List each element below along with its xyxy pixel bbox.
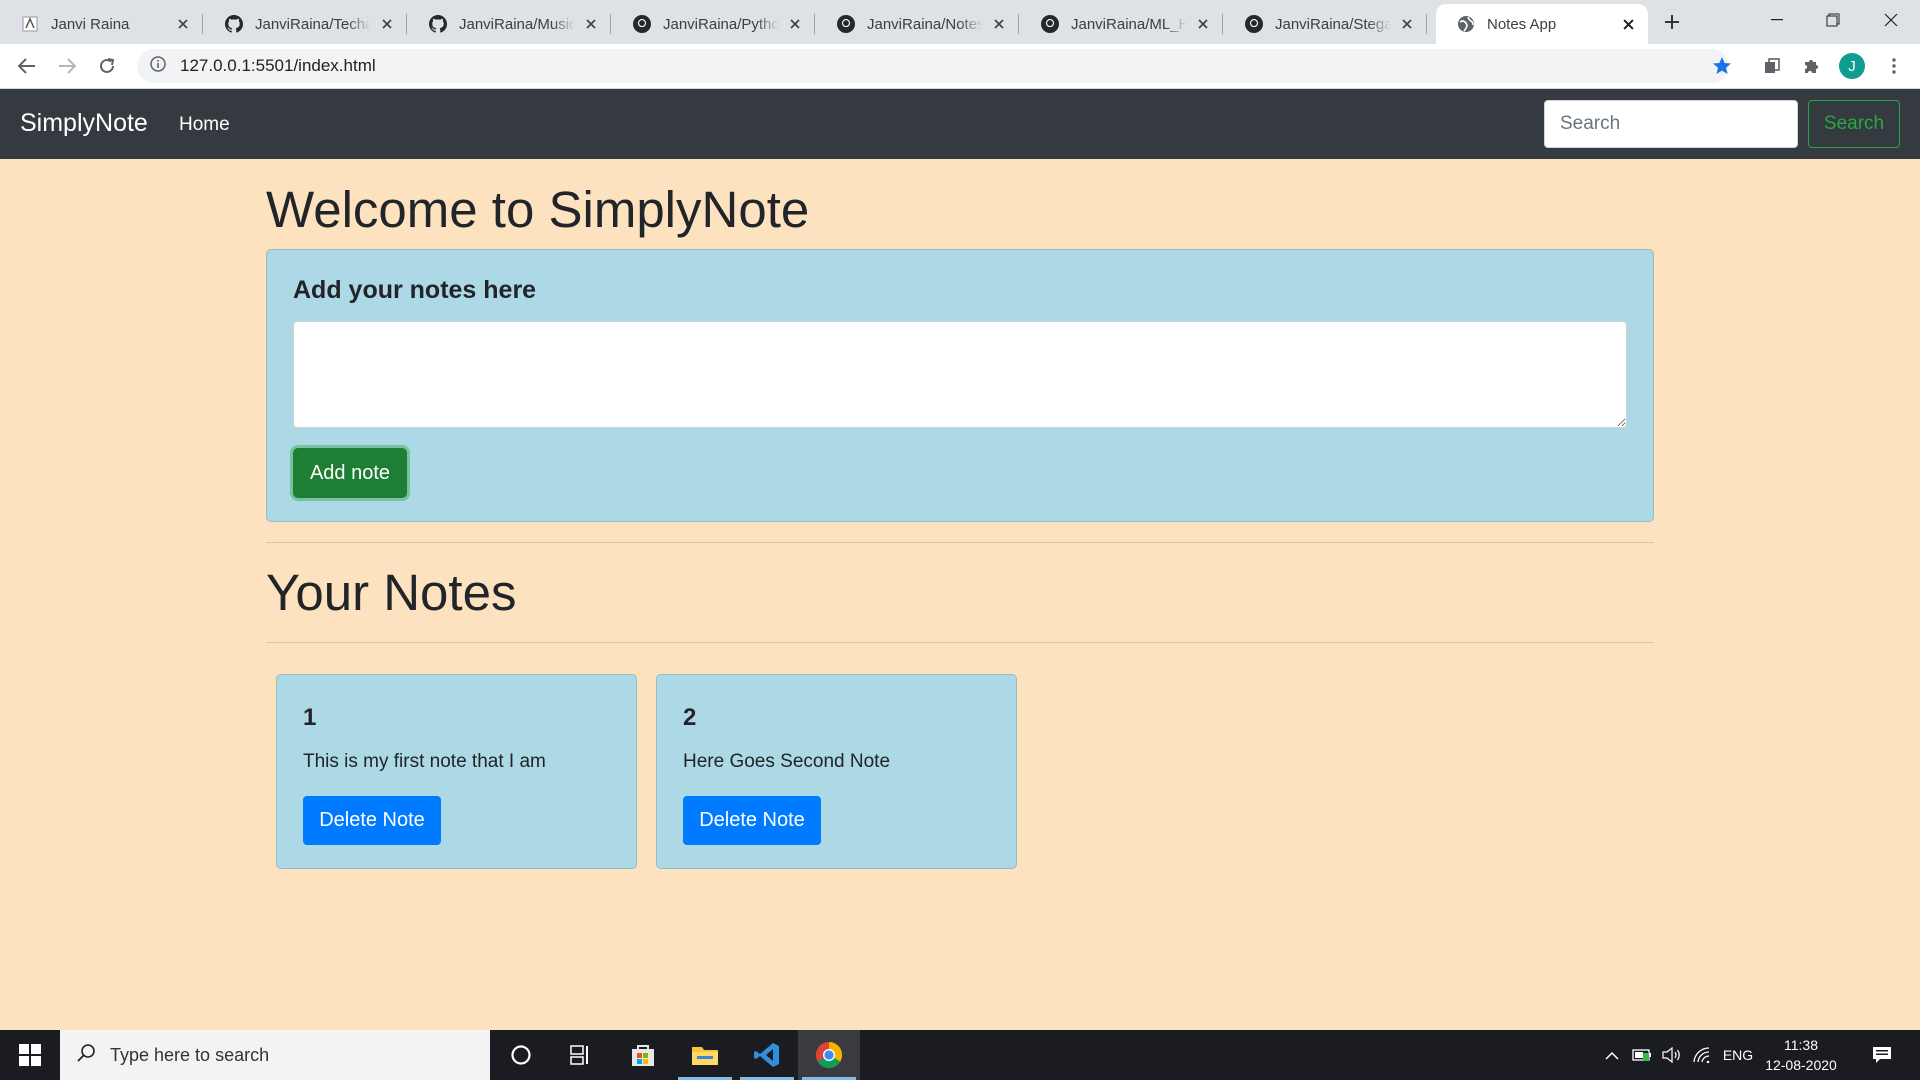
- close-icon[interactable]: [1193, 14, 1213, 34]
- windows-start-icon[interactable]: [0, 1030, 60, 1080]
- note-textarea[interactable]: [293, 321, 1627, 428]
- note-text: Here Goes Second Note: [683, 751, 891, 772]
- browser-tab[interactable]: Janvi Raina: [0, 4, 203, 44]
- github-icon: [1245, 15, 1263, 33]
- close-icon[interactable]: [989, 14, 1009, 34]
- note-title: 2: [683, 704, 697, 731]
- tab-title: Notes App: [1487, 15, 1557, 33]
- battery-icon[interactable]: [1628, 1030, 1656, 1080]
- taskbar-search-placeholder: Type here to search: [110, 1044, 270, 1065]
- github-icon: [429, 15, 447, 33]
- back-arrow-icon[interactable]: [11, 50, 43, 82]
- url-text: 127.0.0.1:5501/index.html: [180, 56, 376, 75]
- tab-title: JanviRaina/Python-P: [663, 15, 779, 33]
- app-navbar: SimplyNote Home Search: [0, 89, 1920, 159]
- browser-tab[interactable]: JanviRaina/ML_Hea: [1020, 4, 1223, 44]
- github-icon: [633, 15, 651, 33]
- window-close-icon[interactable]: [1864, 0, 1918, 40]
- extensions-puzzle-icon[interactable]: [1796, 50, 1828, 82]
- note-card: 1 This is my first note that I am Delete…: [276, 674, 637, 869]
- globe-icon: [1457, 15, 1475, 33]
- wifi-icon[interactable]: [1688, 1030, 1716, 1080]
- profile-avatar[interactable]: J: [1836, 50, 1868, 82]
- browser-toolbar: 127.0.0.1:5501/index.html J: [0, 44, 1920, 89]
- tab-title: JanviRaina/MusicalM: [459, 15, 575, 33]
- language-indicator[interactable]: ENG: [1718, 1030, 1758, 1080]
- file-explorer-icon[interactable]: [674, 1030, 736, 1080]
- taskbar-clock[interactable]: 11:38 12-08-2020: [1762, 1035, 1840, 1075]
- tab-title: JanviRaina/NotesTa: [867, 15, 983, 33]
- navbar-search-button[interactable]: Search: [1808, 100, 1900, 148]
- info-icon[interactable]: [150, 55, 166, 77]
- new-tab-plus-icon[interactable]: [1656, 8, 1688, 36]
- page-title: Welcome to SimplyNote: [266, 181, 810, 238]
- nav-link-home[interactable]: Home: [179, 114, 230, 136]
- vscode-icon[interactable]: [736, 1030, 798, 1080]
- taskbar-search-box[interactable]: Type here to search: [60, 1030, 490, 1080]
- menu-kebab-icon[interactable]: [1878, 50, 1910, 82]
- browser-tab[interactable]: JanviRaina/MusicalM: [408, 4, 611, 44]
- tab-title: JanviRaina/Techanna: [255, 15, 371, 33]
- address-bar[interactable]: 127.0.0.1:5501/index.html: [137, 49, 1729, 83]
- github-icon: [1041, 15, 1059, 33]
- browser-tab[interactable]: JanviRaina/NotesTa: [816, 4, 1019, 44]
- delete-note-button[interactable]: Delete Note: [683, 796, 821, 845]
- navbar-search-input[interactable]: [1544, 100, 1798, 148]
- delete-note-button[interactable]: Delete Note: [303, 796, 441, 845]
- browser-tab[interactable]: JanviRaina/Stegano: [1224, 4, 1427, 44]
- browser-tab[interactable]: JanviRaina/Techanna: [204, 4, 407, 44]
- browser-tab[interactable]: JanviRaina/Python-P: [612, 4, 815, 44]
- show-hidden-icons-chevron-icon[interactable]: [1600, 1030, 1624, 1080]
- tab-title: JanviRaina/ML_Hea: [1071, 15, 1187, 33]
- navbar-brand[interactable]: SimplyNote: [20, 109, 148, 138]
- add-note-button[interactable]: Add note: [293, 448, 407, 498]
- divider: [266, 542, 1654, 543]
- tab-title: JanviRaina/Stegano: [1275, 15, 1391, 33]
- browser-tab-strip: Janvi Raina JanviRaina/Techanna JanviRai…: [0, 0, 1920, 44]
- reload-icon[interactable]: [91, 50, 123, 82]
- volume-icon[interactable]: [1658, 1030, 1686, 1080]
- extension-copy-icon[interactable]: [1756, 50, 1788, 82]
- minimize-icon[interactable]: [1750, 0, 1804, 40]
- janvi-favicon-icon: [21, 15, 39, 33]
- cortana-icon[interactable]: [490, 1030, 552, 1080]
- note-text: This is my first note that I am: [303, 751, 546, 772]
- close-icon[interactable]: [377, 14, 397, 34]
- github-icon: [225, 15, 243, 33]
- clock-date: 12-08-2020: [1765, 1057, 1837, 1073]
- note-title: 1: [303, 704, 317, 731]
- divider: [266, 642, 1654, 643]
- add-note-title: Add your notes here: [293, 276, 537, 304]
- close-icon[interactable]: [581, 14, 601, 34]
- close-icon[interactable]: [785, 14, 805, 34]
- notifications-icon[interactable]: [1862, 1030, 1902, 1080]
- forward-arrow-icon[interactable]: [51, 50, 83, 82]
- add-note-card: Add your notes here Add note: [266, 249, 1654, 522]
- bookmark-star-icon[interactable]: [1706, 50, 1738, 82]
- note-card: 2 Here Goes Second Note Delete Note: [656, 674, 1017, 869]
- browser-tab-active[interactable]: Notes App: [1436, 4, 1648, 44]
- github-icon: [837, 15, 855, 33]
- notes-heading: Your Notes: [266, 564, 517, 621]
- close-icon[interactable]: [173, 14, 193, 34]
- close-icon[interactable]: [1397, 14, 1417, 34]
- tab-title: Janvi Raina: [51, 15, 130, 33]
- windows-taskbar: Type here to search ENG 11:38 12-08-2020: [0, 1030, 1920, 1080]
- restore-icon[interactable]: [1806, 0, 1860, 40]
- search-icon: [76, 1043, 96, 1068]
- task-view-icon[interactable]: [550, 1030, 612, 1080]
- close-icon[interactable]: [1618, 14, 1638, 34]
- clock-time: 11:38: [1784, 1037, 1818, 1053]
- microsoft-store-icon[interactable]: [612, 1030, 674, 1080]
- chrome-icon[interactable]: [798, 1030, 860, 1080]
